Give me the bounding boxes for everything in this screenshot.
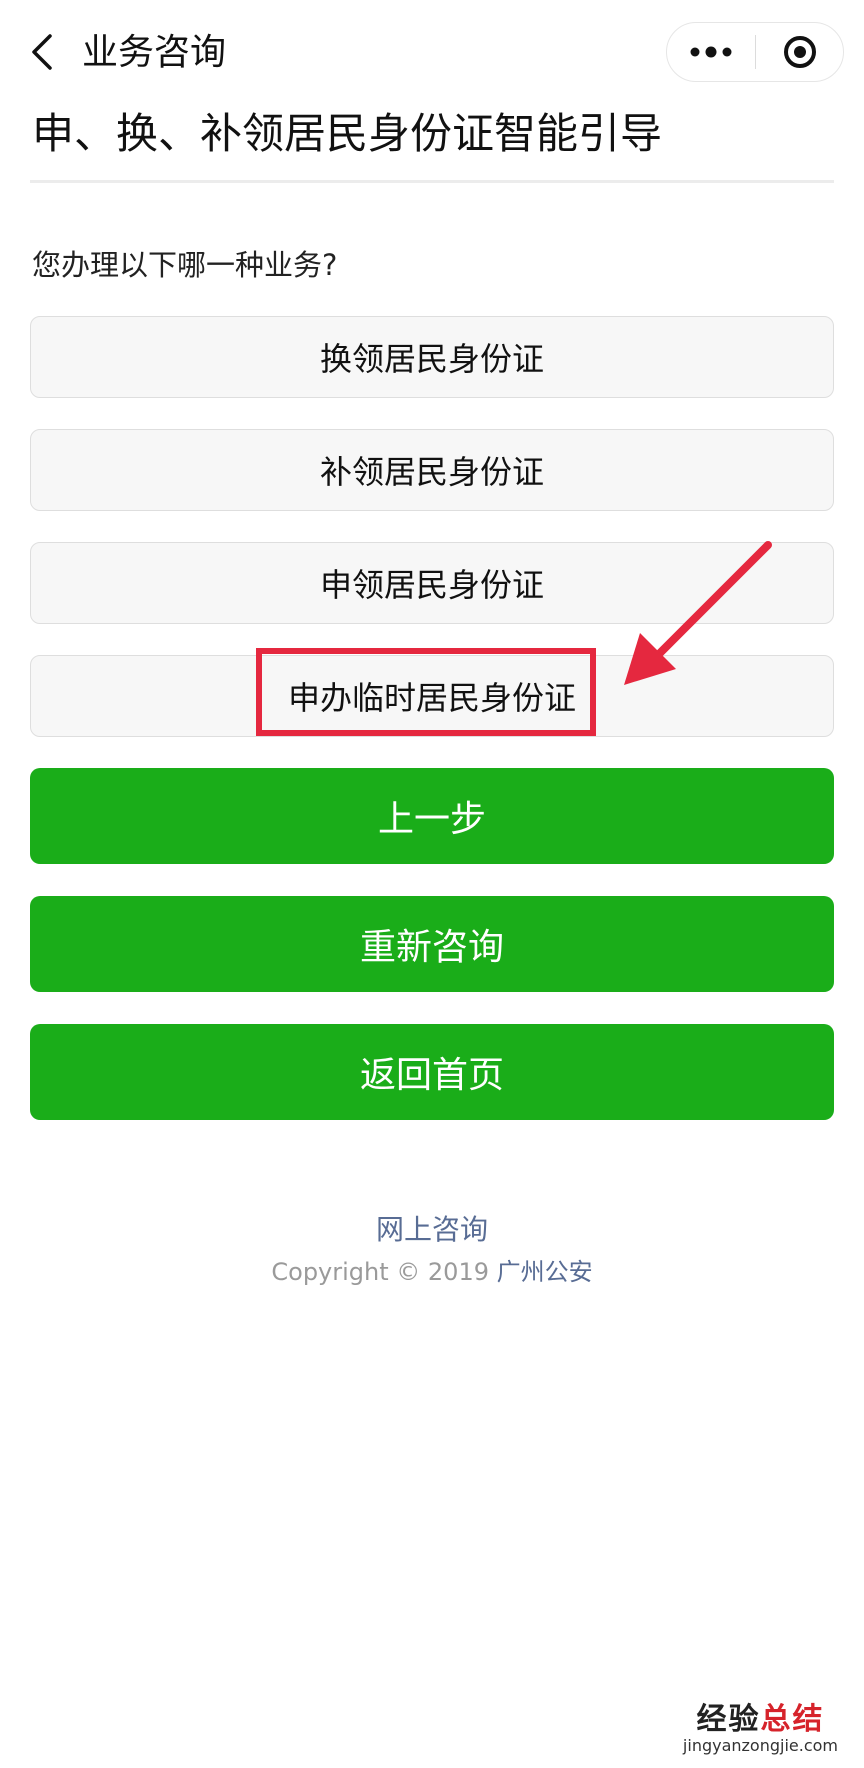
option-apply-id-card[interactable]: 申领居民身份证 bbox=[30, 542, 834, 624]
nav-title: 业务咨询 bbox=[82, 32, 227, 73]
target-circle-icon bbox=[784, 36, 816, 68]
restart-consult-button[interactable]: 重新咨询 bbox=[30, 896, 834, 992]
more-button[interactable] bbox=[667, 23, 755, 81]
watermark-main-b: 总结 bbox=[760, 1702, 825, 1737]
copyright-text: Copyright © 2019 bbox=[271, 1258, 489, 1286]
back-home-button[interactable]: 返回首页 bbox=[30, 1024, 834, 1120]
nav-bar: 业务咨询 bbox=[0, 0, 864, 100]
watermark-main-a: 经验 bbox=[696, 1702, 761, 1737]
close-mini-program-button[interactable] bbox=[756, 23, 844, 81]
copyright: Copyright © 2019 广州公安 bbox=[0, 1252, 864, 1287]
option-replace-id-card[interactable]: 补领居民身份证 bbox=[30, 429, 834, 511]
watermark: 经验总结 jingyanzongjie.com bbox=[683, 1694, 838, 1755]
watermark-url: jingyanzongjie.com bbox=[682, 1736, 838, 1755]
online-consult-link[interactable]: 网上咨询 bbox=[0, 1208, 864, 1248]
option-renew-id-card[interactable]: 换领居民身份证 bbox=[30, 316, 834, 398]
back-arrow-icon[interactable] bbox=[26, 30, 62, 74]
title-divider bbox=[30, 180, 834, 183]
option-temporary-id-card[interactable]: 申办临时居民身份证 bbox=[30, 655, 834, 737]
prev-step-button[interactable]: 上一步 bbox=[30, 768, 834, 864]
page-title: 申、换、补领居民身份证智能引导 bbox=[32, 109, 663, 158]
copyright-org: 广州公安 bbox=[496, 1258, 593, 1286]
mini-program-capsule bbox=[666, 22, 844, 82]
watermark-logo: 经验总结 bbox=[683, 1694, 838, 1738]
question-text: 您办理以下哪一种业务? bbox=[32, 248, 338, 282]
more-dots-icon bbox=[690, 46, 732, 58]
